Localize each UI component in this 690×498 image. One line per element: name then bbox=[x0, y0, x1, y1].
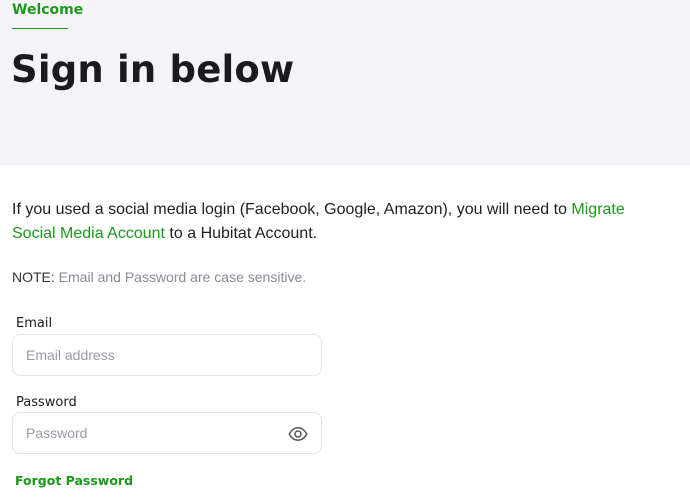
password-field[interactable] bbox=[13, 413, 321, 453]
case-sensitivity-note: NOTE: Email and Password are case sensit… bbox=[12, 269, 306, 285]
note-text: Email and Password are case sensitive. bbox=[54, 269, 307, 285]
page-title: Sign in below bbox=[11, 48, 295, 91]
eyebrow-underline bbox=[12, 28, 68, 29]
welcome-eyebrow: Welcome bbox=[12, 2, 84, 18]
social-login-notice: If you used a social media login (Facebo… bbox=[12, 198, 672, 246]
email-label: Email bbox=[16, 316, 53, 331]
hero-header: Welcome Sign in below bbox=[0, 0, 690, 165]
forgot-password-link[interactable]: Forgot Password bbox=[15, 473, 133, 488]
password-field-wrapper bbox=[12, 412, 322, 454]
notice-text-before: If you used a social media login (Facebo… bbox=[12, 201, 572, 218]
email-field[interactable] bbox=[13, 335, 321, 375]
notice-text-after: to a Hubitat Account. bbox=[164, 225, 318, 242]
eye-icon[interactable] bbox=[288, 424, 308, 444]
note-label: NOTE: bbox=[12, 269, 55, 285]
email-field-wrapper bbox=[12, 334, 322, 376]
password-label: Password bbox=[16, 395, 77, 410]
